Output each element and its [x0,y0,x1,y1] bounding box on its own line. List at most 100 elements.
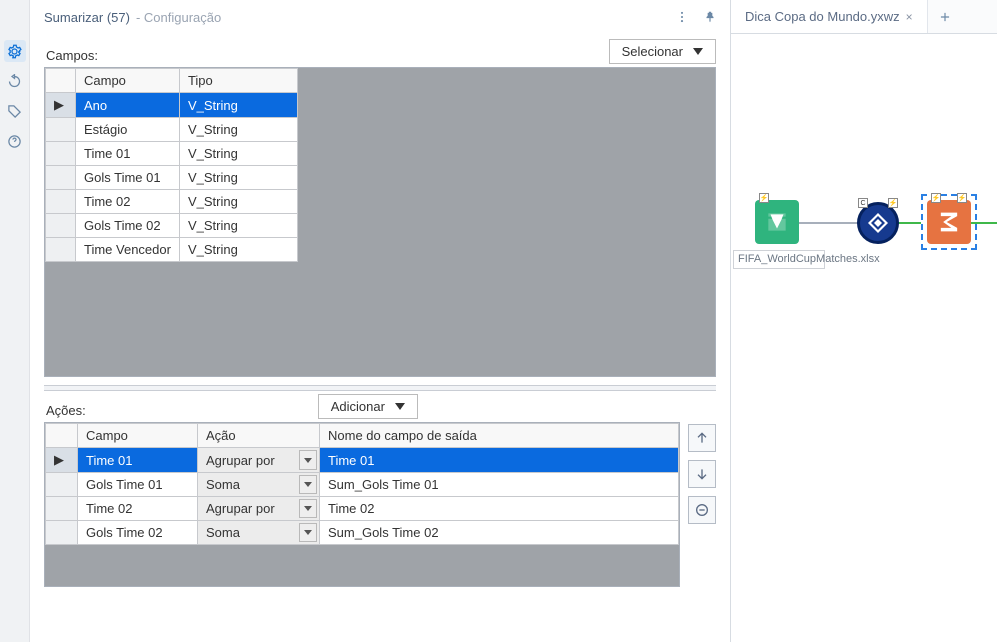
chevron-down-icon [693,48,703,55]
canvas-pane: Dica Copa do Mundo.yxwz × ⚡ FIFA_WorldCu… [730,0,997,642]
cell-tipo[interactable]: V_String [179,190,297,214]
cell-campo[interactable]: Time Vencedor [76,238,180,262]
table-row[interactable]: Time 01V_String [46,142,298,166]
cell-saida[interactable]: Sum_Gols Time 01 [320,473,679,497]
row-header[interactable] [46,166,76,190]
table-row[interactable]: ▶Time 01Agrupar porTime 01 [46,448,679,473]
table-row[interactable]: EstágioV_String [46,118,298,142]
col-tipo[interactable]: Tipo [179,69,297,93]
add-action-button[interactable]: Adicionar [318,394,418,419]
input-tool-label: FIFA_WorldCupMatches.xlsx [733,250,825,269]
input-data-tool[interactable]: ⚡ [755,200,799,244]
col-acao-campo[interactable]: Campo [78,424,198,448]
row-header[interactable]: ▶ [46,448,78,473]
campos-grid[interactable]: Campo Tipo ▶AnoV_StringEstágioV_StringTi… [44,67,716,377]
cell-campo[interactable]: Gols Time 02 [78,521,198,545]
cell-saida[interactable]: Sum_Gols Time 02 [320,521,679,545]
cell-tipo[interactable]: V_String [179,238,297,262]
row-header[interactable] [46,118,76,142]
table-row[interactable]: Time 02V_String [46,190,298,214]
chevron-down-icon[interactable] [299,523,317,542]
select-tool[interactable]: C ⚡ [857,202,899,244]
cell-campo[interactable]: Ano [76,93,180,118]
table-row[interactable]: Time VencedorV_String [46,238,298,262]
move-up-button[interactable] [688,424,716,452]
chevron-down-icon[interactable] [299,499,317,518]
row-header[interactable] [46,142,76,166]
row-header[interactable] [46,214,76,238]
more-vertical-icon[interactable] [672,7,692,27]
row-header[interactable] [46,473,78,497]
cell-campo[interactable]: Gols Time 01 [76,166,180,190]
table-row[interactable]: Gols Time 01V_String [46,166,298,190]
cell-campo[interactable]: Time 01 [78,448,198,473]
cell-saida[interactable]: Time 01 [320,448,679,473]
col-campo[interactable]: Campo [76,69,180,93]
workflow-canvas[interactable]: ⚡ FIFA_WorldCupMatches.xlsx C ⚡ ⚡ ⚡ [731,34,997,642]
wire [897,222,921,224]
remove-action-button[interactable] [688,496,716,524]
table-row[interactable]: Gols Time 01SomaSum_Gols Time 01 [46,473,679,497]
add-tab-button[interactable] [928,0,962,33]
config-gear-icon[interactable] [4,40,26,62]
row-header[interactable]: ▶ [46,93,76,118]
cell-campo[interactable]: Time 02 [76,190,180,214]
acoes-grid[interactable]: Campo Ação Nome do campo de saída ▶Time … [44,422,680,587]
cell-campo[interactable]: Gols Time 02 [76,214,180,238]
tool-subtitle: - Configuração [136,10,221,25]
panel-splitter[interactable] [44,385,716,391]
cell-acao-dropdown[interactable]: Agrupar por [198,448,320,473]
cell-tipo[interactable]: V_String [179,118,297,142]
cell-campo[interactable]: Estágio [76,118,180,142]
chevron-down-icon[interactable] [299,450,317,470]
bolt-icon: ⚡ [888,198,898,208]
bolt-icon: C [858,198,868,208]
cell-tipo[interactable]: V_String [179,214,297,238]
chevron-down-icon[interactable] [299,475,317,494]
summarize-tool-selection[interactable]: ⚡ ⚡ [921,194,977,250]
tool-title: Sumarizar (57) [44,10,130,25]
workflow-tab-bar: Dica Copa do Mundo.yxwz × [731,0,997,34]
cell-campo[interactable]: Time 01 [76,142,180,166]
chevron-down-icon [395,403,405,410]
workflow-tab-label: Dica Copa do Mundo.yxwz [745,9,900,24]
bolt-icon: ⚡ [931,193,941,203]
config-panel: Sumarizar (57) - Configuração Campos: Se… [30,0,730,642]
row-header[interactable] [46,497,78,521]
cell-tipo[interactable]: V_String [179,166,297,190]
close-icon[interactable]: × [906,10,913,24]
help-icon[interactable] [4,130,26,152]
cell-tipo[interactable]: V_String [179,142,297,166]
row-header[interactable] [46,238,76,262]
cell-campo[interactable]: Time 02 [78,497,198,521]
table-row[interactable]: Gols Time 02V_String [46,214,298,238]
table-row[interactable]: Time 02Agrupar porTime 02 [46,497,679,521]
acoes-label: Ações: [46,403,86,418]
wire [799,222,859,224]
table-row[interactable]: Gols Time 02SomaSum_Gols Time 02 [46,521,679,545]
row-header-corner [46,69,76,93]
move-down-button[interactable] [688,460,716,488]
refresh-icon[interactable] [4,70,26,92]
table-row[interactable]: ▶AnoV_String [46,93,298,118]
workflow-tab[interactable]: Dica Copa do Mundo.yxwz × [731,0,928,33]
col-acao-acao[interactable]: Ação [198,424,320,448]
cell-saida[interactable]: Time 02 [320,497,679,521]
left-icon-rail [0,0,30,642]
cell-acao-dropdown[interactable]: Soma [198,521,320,545]
add-action-button-label: Adicionar [331,399,385,414]
cell-campo[interactable]: Gols Time 01 [78,473,198,497]
row-header[interactable] [46,190,76,214]
col-acao-saida[interactable]: Nome do campo de saída [320,424,679,448]
cell-tipo[interactable]: V_String [179,93,297,118]
select-fields-button[interactable]: Selecionar [609,39,716,64]
cell-acao-dropdown[interactable]: Soma [198,473,320,497]
pin-icon[interactable] [700,7,720,27]
row-header[interactable] [46,521,78,545]
config-header: Sumarizar (57) - Configuração [30,0,730,34]
tag-icon[interactable] [4,100,26,122]
select-fields-button-label: Selecionar [622,44,683,59]
cell-acao-dropdown[interactable]: Agrupar por [198,497,320,521]
bolt-icon: ⚡ [957,193,967,203]
campos-label: Campos: [46,48,98,63]
